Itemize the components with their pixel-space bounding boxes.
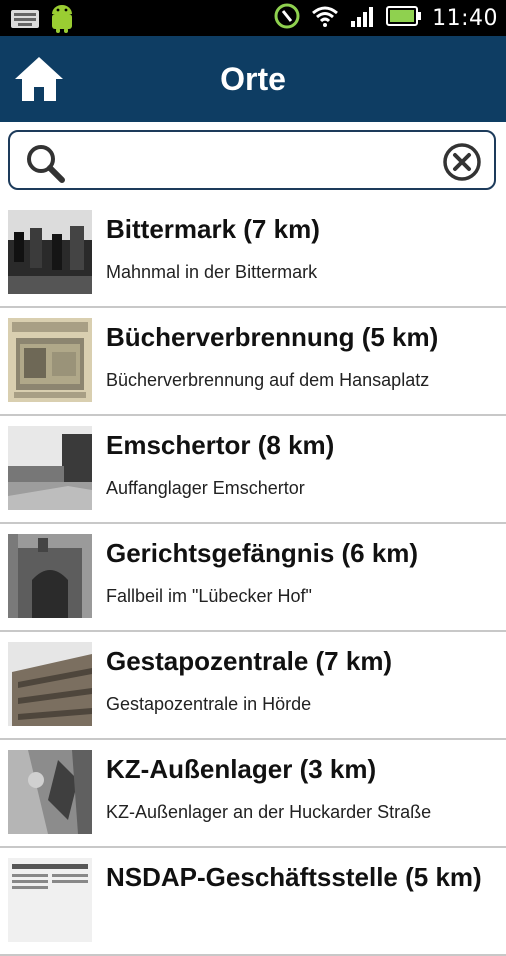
place-title: Gerichtsgefängnis (6 km): [106, 538, 419, 568]
battery-icon: [386, 5, 422, 32]
list-item[interactable]: NSDAP-Geschäftsstelle (5 km): [0, 848, 506, 956]
place-subtitle: Auffanglager Emschertor: [106, 478, 305, 498]
place-thumbnail: [8, 426, 92, 510]
place-subtitle: Bücherverbrennung auf dem Hansaplatz: [106, 370, 430, 390]
list-item[interactable]: Bittermark (7 km) Mahnmal in der Bitterm…: [0, 200, 506, 308]
place-thumbnail: [8, 534, 92, 618]
place-subtitle: KZ-Außenlager an der Huckarder Straße: [106, 802, 432, 822]
place-title: Bücherverbrennung (5 km): [106, 322, 439, 352]
place-thumbnail: [8, 858, 92, 942]
place-title: KZ-Außenlager (3 km): [106, 754, 377, 784]
status-time: 11:40: [432, 5, 498, 31]
nfc-icon: [274, 3, 300, 34]
clear-icon[interactable]: [442, 142, 482, 182]
keyboard-icon: [10, 8, 40, 35]
place-thumbnail: [8, 210, 92, 294]
page-title: Orte: [220, 61, 286, 97]
place-thumbnail: [8, 642, 92, 726]
place-title: Bittermark (7 km): [106, 214, 320, 244]
list-item[interactable]: KZ-Außenlager (3 km) KZ-Außenlager an de…: [0, 740, 506, 848]
place-thumbnail: [8, 750, 92, 834]
place-title: NSDAP-Geschäftsstelle (5 km): [106, 862, 482, 892]
place-thumbnail: [8, 318, 92, 402]
places-list: Bittermark (7 km) Mahnmal in der Bitterm…: [0, 200, 506, 956]
status-bar: 11:40: [0, 0, 506, 36]
search-bar: [0, 122, 506, 200]
place-title: Emschertor (8 km): [106, 430, 335, 460]
app-bar: Orte: [0, 36, 506, 122]
place-subtitle: Gestapozentrale in Hörde: [106, 694, 312, 714]
place-subtitle: Mahnmal in der Bittermark: [106, 262, 318, 282]
place-subtitle: Fallbeil im "Lübecker Hof": [106, 586, 312, 606]
list-item[interactable]: Bücherverbrennung (5 km) Bücherverbrennu…: [0, 308, 506, 416]
place-title: Gestapozentrale (7 km): [106, 646, 393, 676]
search-input[interactable]: [76, 140, 440, 182]
android-icon: [48, 4, 76, 39]
wifi-icon: [310, 4, 340, 33]
search-icon: [24, 142, 66, 184]
list-item[interactable]: Gestapozentrale (7 km) Gestapozentrale i…: [0, 632, 506, 740]
list-item[interactable]: Emschertor (8 km) Auffanglager Emscherto…: [0, 416, 506, 524]
signal-icon: [350, 4, 376, 33]
list-item[interactable]: Gerichtsgefängnis (6 km) Fallbeil im "Lü…: [0, 524, 506, 632]
search-box: [8, 130, 496, 190]
